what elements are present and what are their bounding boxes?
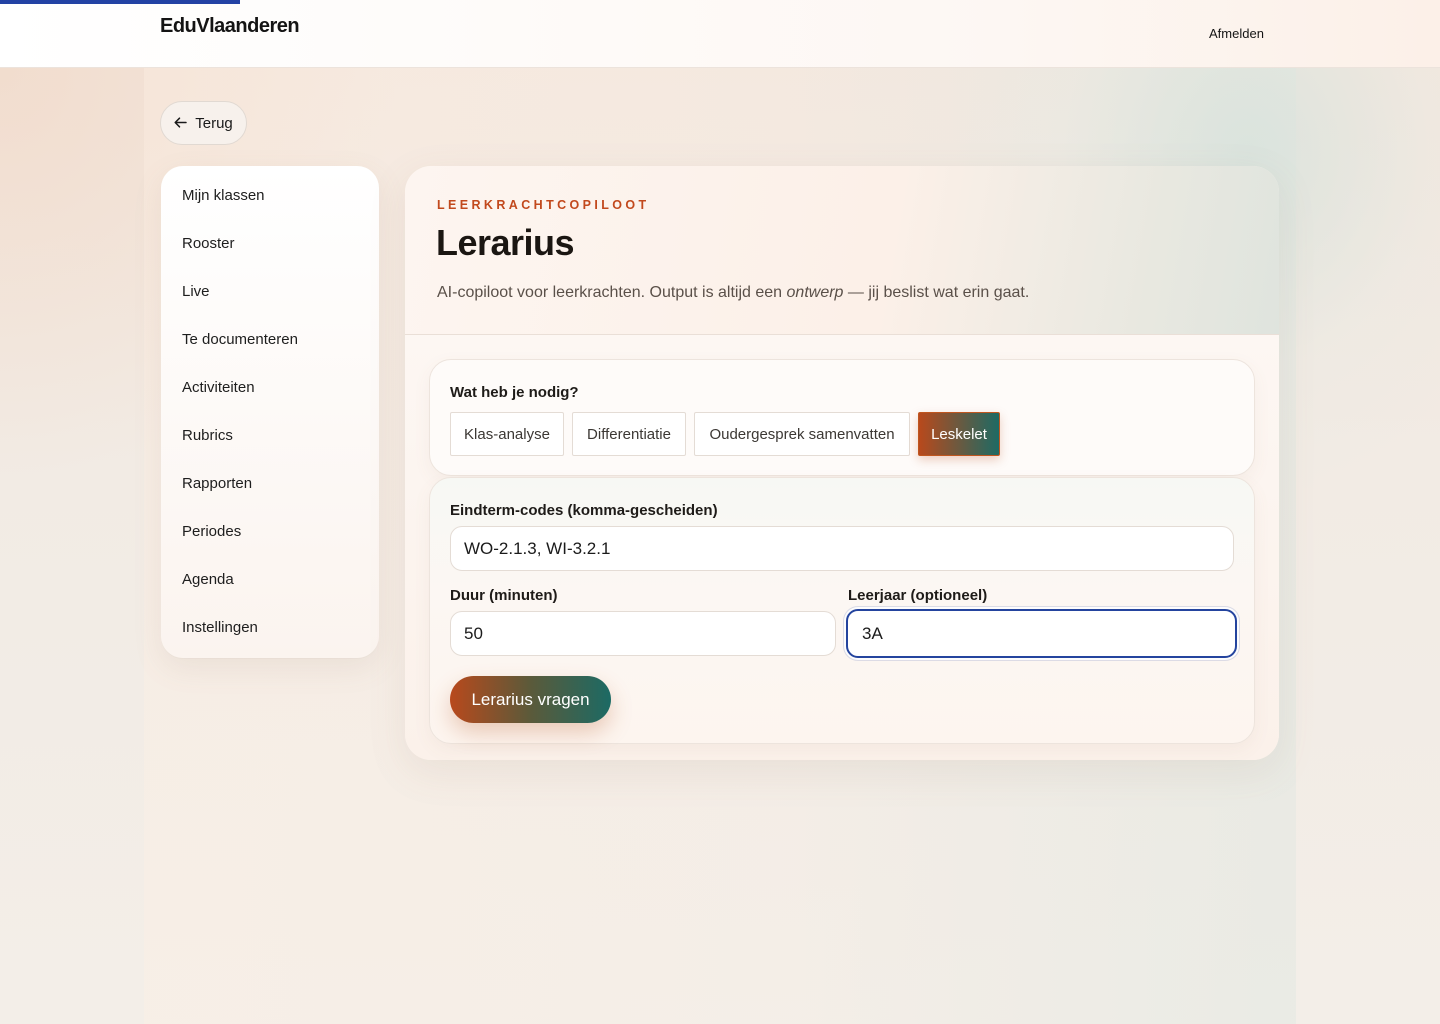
request-type-panel: Wat heb je nodig? Klas-analyse Different… bbox=[429, 359, 1255, 476]
grade-label: Leerjaar (optioneel) bbox=[848, 587, 988, 604]
type-option-leskelet[interactable]: Leskelet bbox=[918, 412, 1000, 456]
sidebar-nav: Mijn klassen Rooster Live Te documentere… bbox=[161, 166, 379, 658]
duration-label: Duur (minuten) bbox=[450, 587, 558, 604]
back-button[interactable]: Terug bbox=[160, 101, 247, 145]
codes-label: Eindterm-codes (komma-gescheiden) bbox=[450, 502, 718, 519]
type-option-klas-analyse[interactable]: Klas-analyse bbox=[450, 412, 564, 456]
subtitle-emphasis: ontwerp bbox=[786, 284, 844, 301]
page-progress-bar bbox=[0, 0, 240, 4]
sidebar-item-live[interactable]: Live bbox=[161, 282, 379, 330]
request-type-question: Wat heb je nodig? bbox=[450, 384, 579, 401]
sidebar-item-rubrics[interactable]: Rubrics bbox=[161, 426, 379, 474]
subtitle-text-end: — jij beslist wat erin gaat. bbox=[843, 284, 1030, 301]
codes-input[interactable]: WO-2.1.3, WI-3.2.1 bbox=[450, 526, 1234, 571]
card-body: Wat heb je nodig? Klas-analyse Different… bbox=[405, 335, 1279, 760]
sidebar-item-rapporten[interactable]: Rapporten bbox=[161, 474, 379, 522]
copilot-card: LEERKRACHTCOPILOOT Lerarius AI-copiloot … bbox=[405, 166, 1279, 760]
type-option-differentiatie[interactable]: Differentiatie bbox=[572, 412, 686, 456]
eyebrow-label: LEERKRACHTCOPILOOT bbox=[437, 198, 650, 212]
sidebar-item-instellingen[interactable]: Instellingen bbox=[161, 618, 379, 666]
sidebar-item-periodes[interactable]: Periodes bbox=[161, 522, 379, 570]
top-header: EduVlaanderen Afmelden bbox=[0, 0, 1440, 68]
back-button-label: Terug bbox=[195, 114, 233, 132]
card-header: LEERKRACHTCOPILOOT Lerarius AI-copiloot … bbox=[405, 166, 1279, 335]
page-title: Lerarius bbox=[436, 222, 575, 263]
request-form-panel: Eindterm-codes (komma-gescheiden) WO-2.1… bbox=[429, 477, 1255, 744]
duration-input[interactable]: 50 bbox=[450, 611, 836, 656]
arrow-left-icon bbox=[174, 116, 187, 131]
type-option-oudergesprek[interactable]: Oudergesprek samenvatten bbox=[694, 412, 910, 456]
sidebar-item-mijn-klassen[interactable]: Mijn klassen bbox=[161, 186, 379, 234]
grade-input[interactable]: 3A bbox=[846, 609, 1237, 658]
sidebar-item-agenda[interactable]: Agenda bbox=[161, 570, 379, 618]
sidebar-item-rooster[interactable]: Rooster bbox=[161, 234, 379, 282]
sidebar-item-activiteiten[interactable]: Activiteiten bbox=[161, 378, 379, 426]
brand-logo[interactable]: EduVlaanderen bbox=[160, 15, 300, 38]
submit-button[interactable]: Lerarius vragen bbox=[450, 676, 611, 723]
sidebar-item-te-documenteren[interactable]: Te documenteren bbox=[161, 330, 379, 378]
subtitle-text: AI-copiloot voor leerkrachten. Output is… bbox=[437, 284, 787, 301]
logout-link[interactable]: Afmelden bbox=[1209, 26, 1264, 41]
page-subtitle: AI-copiloot voor leerkrachten. Output is… bbox=[437, 284, 1029, 302]
